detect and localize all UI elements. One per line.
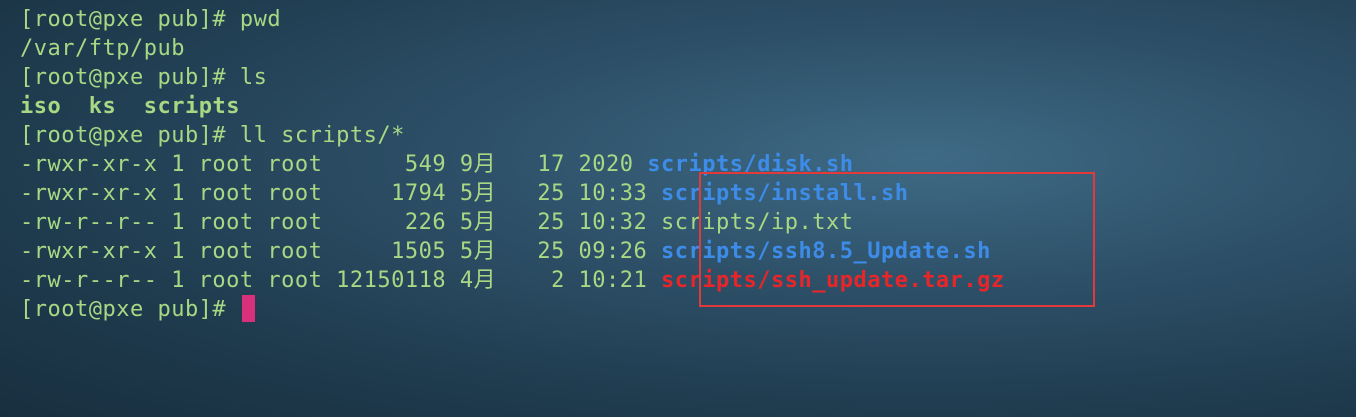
file-metadata: -rw-r--r-- 1 root root 226 5月 25 10:32 bbox=[20, 210, 662, 235]
command-text: pwd bbox=[239, 7, 282, 32]
terminal-line: [root@pxe pub]# ll scripts/* bbox=[20, 121, 1005, 150]
directory-name: ks bbox=[88, 94, 117, 119]
terminal-window[interactable]: [root@pxe pub]# pwd/var/ftp/pub [root@pxe… bbox=[0, 0, 1356, 417]
text-cursor[interactable] bbox=[241, 295, 255, 322]
terminal-line: [root@pxe pub]# pwd bbox=[20, 5, 1005, 34]
file-metadata: -rwxr-xr-x 1 root root 549 9月 17 2020 bbox=[20, 152, 648, 177]
shell-prompt: [root@pxe pub]# bbox=[20, 123, 240, 148]
shell-prompt: [root@pxe pub]# bbox=[20, 297, 240, 322]
terminal-line: [root@pxe pub]# ls bbox=[20, 63, 1005, 92]
file-metadata: -rwxr-xr-x 1 root root 1505 5月 25 09:26 bbox=[20, 239, 662, 264]
command-output: /var/ftp/pub bbox=[20, 36, 185, 61]
command-text: ll scripts/* bbox=[239, 123, 405, 148]
terminal-line: iso ks scripts bbox=[20, 92, 1005, 121]
highlight-annotation-box bbox=[699, 172, 1095, 307]
shell-prompt: [root@pxe pub]# bbox=[20, 65, 240, 90]
shell-prompt: [root@pxe pub]# bbox=[20, 7, 240, 32]
file-metadata: -rw-r--r-- 1 root root 12150118 4月 2 10:… bbox=[20, 268, 662, 293]
directory-name: iso bbox=[20, 94, 62, 119]
command-text: ls bbox=[239, 65, 268, 90]
file-metadata: -rwxr-xr-x 1 root root 1794 5月 25 10:33 bbox=[20, 181, 662, 206]
terminal-line: /var/ftp/pub bbox=[20, 34, 1005, 63]
directory-name: scripts bbox=[143, 94, 240, 119]
